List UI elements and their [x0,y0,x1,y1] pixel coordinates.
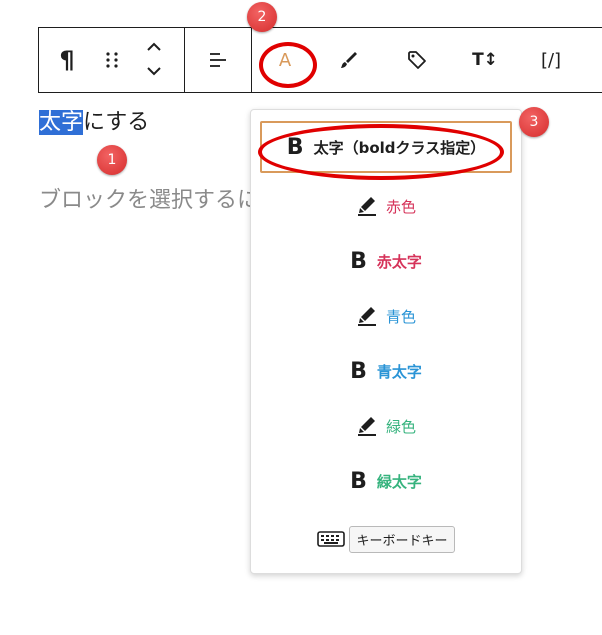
selected-text[interactable]: 太字 [39,110,84,135]
menu-item-label: 青太字 [376,362,422,381]
paragraph-block[interactable]: 太字にする [39,107,149,139]
keyboard-icon [317,531,346,547]
bold-b-icon: B [286,134,304,160]
menu-item-green[interactable]: 緑色 [260,400,512,452]
highlight-button[interactable] [331,38,367,82]
pen-icon [357,307,376,326]
menu-item-label: 青色 [385,307,416,326]
bold-b-icon: B [350,248,367,274]
block-placeholder[interactable]: ブロックを選択するには [39,186,251,216]
shortcode-icon: [/] [540,49,562,71]
tag-button[interactable] [399,38,435,82]
menu-item-label: 赤太字 [376,252,422,271]
menu-item-red-bold[interactable]: B 赤太字 [260,235,512,287]
block-toolbar: ¶ A T↕ [/] [38,27,602,93]
paragraph-icon: ¶ [59,46,75,74]
menu-item-red[interactable]: 赤色 [260,180,512,232]
chevron-down-icon[interactable] [143,60,165,82]
chevron-up-icon[interactable] [143,36,165,58]
annotation-badge-3: 3 [519,107,549,137]
brush-icon [341,52,357,68]
toolbar-separator [184,28,185,92]
menu-item-green-bold[interactable]: B 緑太字 [260,455,512,507]
menu-item-blue[interactable]: 青色 [260,290,512,342]
align-left-icon [210,53,226,67]
format-text-button[interactable]: A [267,38,303,82]
menu-item-label: 太字（boldクラス指定） [313,138,486,157]
font-size-icon: T↕ [472,50,498,70]
keyboard-key-row: キーボードキー [251,524,521,554]
annotation-badge-1: 1 [97,145,127,175]
drag-handle[interactable] [97,38,127,82]
pen-icon [357,417,376,436]
drag-handle-icon [106,52,118,68]
text-format-a-icon: A [278,49,292,71]
tag-icon [408,51,426,69]
toolbar-separator [251,28,252,92]
pen-icon [357,197,376,216]
font-size-button[interactable]: T↕ [465,38,505,82]
align-button[interactable] [199,38,235,82]
paragraph-text[interactable]: にする [83,110,149,135]
annotation-badge-2: 2 [247,2,277,32]
paragraph-block-button[interactable]: ¶ [47,38,87,82]
bold-b-icon: B [350,468,367,494]
menu-item-bold[interactable]: B 太字（boldクラス指定） [260,121,512,173]
menu-item-label: 緑太字 [376,472,422,491]
bold-b-icon: B [350,358,367,384]
shortcode-button[interactable]: [/] [531,38,571,82]
menu-item-label: 緑色 [385,417,416,436]
format-dropdown: B 太字（boldクラス指定） 赤色 B 赤太字 青色 B 青太字 緑色 B 緑… [250,109,522,574]
block-mover [143,36,165,84]
keyboard-key-button[interactable]: キーボードキー [349,525,455,553]
menu-item-blue-bold[interactable]: B 青太字 [260,345,512,397]
menu-item-label: 赤色 [385,197,416,216]
